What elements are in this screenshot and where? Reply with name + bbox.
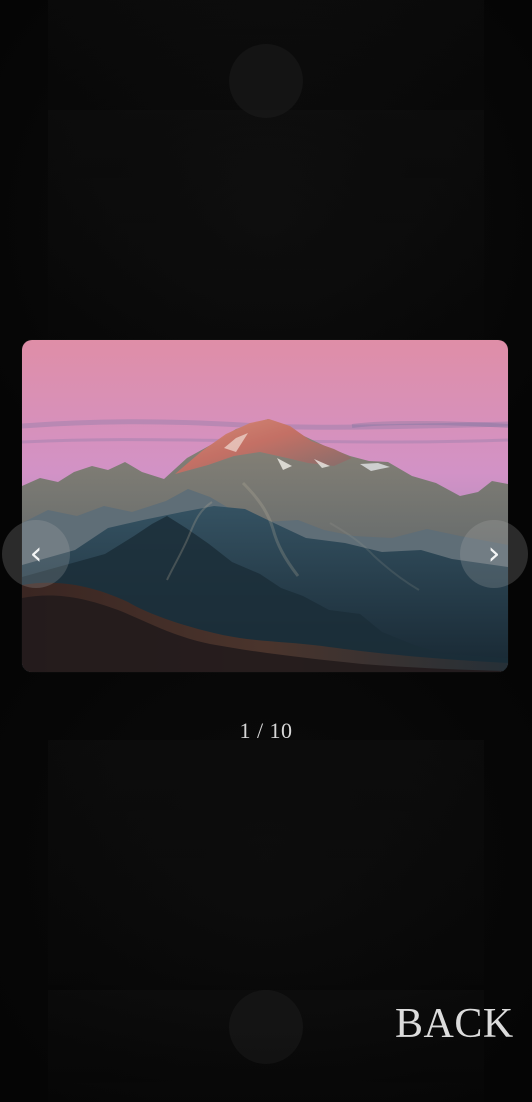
background-avatar-circle [229,44,303,118]
chevron-right-icon: › [487,534,501,572]
previous-image-button[interactable]: ‹ [2,520,70,588]
mountain-photo [22,340,508,672]
background-avatar-circle [229,990,303,1064]
image-counter: 1 / 10 [239,718,293,743]
chevron-left-icon: ‹ [29,534,43,572]
next-image-button[interactable]: › [460,520,528,588]
back-link[interactable]: BACK [395,1003,514,1045]
background-card-lower [48,740,484,985]
gallery-page: ‹ › 1 / 10 BACK [0,0,532,1102]
background-card-upper [48,110,484,345]
image-viewer [22,340,508,672]
